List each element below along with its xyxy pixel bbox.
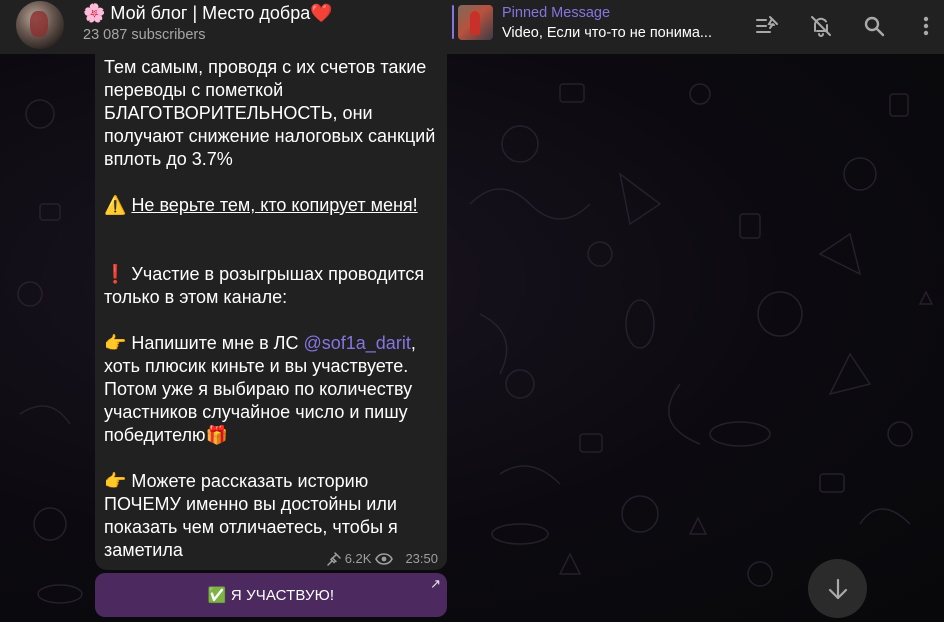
scroll-down-button[interactable]: [808, 559, 867, 618]
pin-icon: [326, 551, 341, 566]
message-paragraph: 👉 Можете рассказать историю ПОЧЕМУ именн…: [104, 471, 398, 560]
warning-icon: ⚠️: [104, 195, 127, 215]
channel-title: 🌸 Мой блог | Место добра❤️: [83, 3, 333, 23]
paragraph-prefix: 👉 Напишите мне в ЛС: [104, 333, 304, 353]
channel-info[interactable]: 🌸 Мой блог | Место добра❤️ 23 087 subscr…: [83, 3, 333, 44]
pinned-thumbnail: [458, 5, 493, 40]
views-count: 6.2K: [344, 551, 372, 566]
pinned-list-icon[interactable]: [752, 10, 784, 42]
external-link-icon: ↗: [430, 576, 441, 591]
message-paragraph: Тем самым, проводя с их счетов такие пер…: [104, 57, 436, 169]
warning-line: ⚠️ Не верьте тем, кто копирует меня!: [104, 194, 442, 217]
subscribers-count: 23 087 subscribers: [83, 27, 206, 43]
mute-bell-icon[interactable]: [805, 10, 837, 42]
participate-button[interactable]: ✅ Я УЧАСТВУЮ! ↗: [95, 573, 447, 617]
search-icon[interactable]: [858, 10, 890, 42]
chat-header: 🌸 Мой блог | Место добра❤️ 23 087 subscr…: [0, 0, 944, 54]
message-meta: 6.2K 23:50: [326, 551, 438, 566]
pinned-text: Video, Если что-то не понима...: [502, 25, 712, 41]
message-bubble: Тем самым, проводя с их счетов такие пер…: [95, 54, 447, 570]
eye-icon: [375, 552, 394, 565]
participate-button-label: ✅ Я УЧАСТВУЮ!: [207, 587, 335, 604]
message-time: 23:50: [405, 551, 438, 566]
mention-link[interactable]: @sof1a_darit: [303, 333, 410, 353]
pinned-label: Pinned Message: [502, 5, 611, 21]
arrow-down-icon: [828, 578, 847, 599]
channel-avatar[interactable]: [16, 1, 64, 49]
more-vertical-icon[interactable]: [910, 10, 942, 42]
pinned-message[interactable]: Pinned Message Video, Если что-то не пон…: [452, 5, 722, 41]
message-paragraph: 👉 Напишите мне в ЛС @sof1a_darit, хоть п…: [104, 332, 442, 447]
message-text: Тем самым, проводя с их счетов такие пер…: [104, 56, 442, 562]
pinned-indicator-bar: [452, 5, 454, 39]
message-paragraph: ❗ Участие в розыгрышах проводится только…: [104, 264, 425, 307]
warning-text: Не верьте тем, кто копирует меня!: [131, 195, 418, 215]
